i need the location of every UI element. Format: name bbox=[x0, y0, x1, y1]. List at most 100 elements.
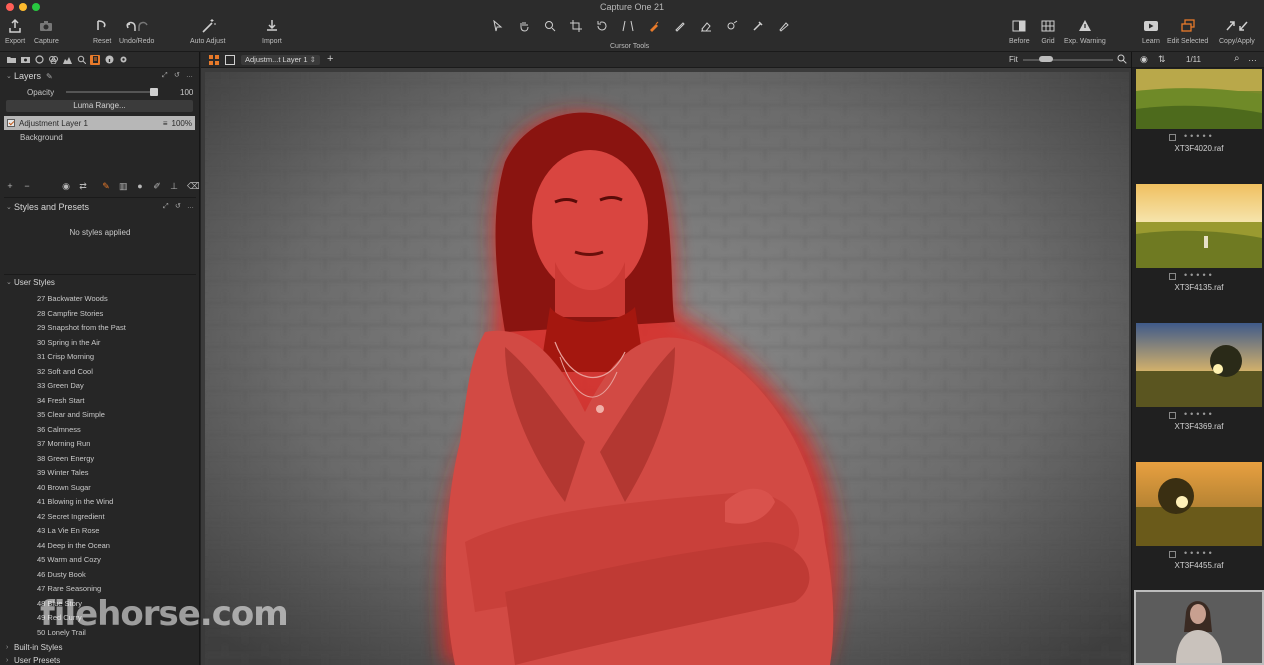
user-styles-header[interactable]: ⌄ User Styles bbox=[0, 275, 200, 289]
color-tab[interactable] bbox=[48, 55, 58, 65]
search-icon[interactable]: ⌕ bbox=[1234, 53, 1240, 64]
lens-tab[interactable] bbox=[34, 55, 44, 65]
thumbnail-xt3f4135[interactable] bbox=[1136, 184, 1262, 268]
sort-icon[interactable]: ⇅ bbox=[1158, 54, 1166, 65]
export-button[interactable]: Export bbox=[5, 18, 25, 45]
radial-gradient-icon[interactable]: ● bbox=[136, 181, 144, 191]
eye-icon[interactable]: ◉ bbox=[1140, 54, 1148, 65]
auto-adjust-button[interactable]: Auto Adjust bbox=[190, 18, 225, 45]
reset-button[interactable]: Reset bbox=[93, 18, 111, 45]
zoom-tool[interactable] bbox=[540, 19, 560, 33]
capture-tab[interactable] bbox=[20, 55, 30, 65]
user-presets-header[interactable]: › User Presets bbox=[0, 654, 200, 665]
eraser-icon[interactable]: ⌫ bbox=[187, 181, 200, 192]
metadata-tab[interactable] bbox=[104, 55, 114, 65]
select-checkbox[interactable] bbox=[1169, 134, 1176, 141]
settings-tab[interactable] bbox=[118, 55, 128, 65]
style-list-item[interactable]: 46 Dusty Book bbox=[0, 568, 200, 583]
grid-button[interactable]: Grid bbox=[1040, 18, 1056, 45]
thumbnail-xt3f4455[interactable] bbox=[1136, 462, 1262, 546]
annotate-tool[interactable] bbox=[774, 19, 794, 33]
exposure-warning-button[interactable]: Exp. Warning bbox=[1064, 18, 1106, 45]
single-view-icon[interactable] bbox=[225, 55, 235, 65]
style-list-item[interactable]: 34 Fresh Start bbox=[0, 394, 200, 409]
brush-tool[interactable] bbox=[644, 19, 664, 33]
select-checkbox[interactable] bbox=[1169, 412, 1176, 419]
expand-icon[interactable]: ⤢ bbox=[163, 203, 170, 210]
layer-item-background[interactable]: Background bbox=[0, 130, 199, 144]
undo-redo-button[interactable]: Undo/Redo bbox=[119, 18, 154, 45]
before-button[interactable]: Before bbox=[1009, 18, 1030, 45]
style-list-item[interactable]: 31 Crisp Morning bbox=[0, 350, 200, 365]
view-mask-icon[interactable]: ◉ bbox=[62, 181, 70, 192]
select-checkbox[interactable] bbox=[1169, 273, 1176, 280]
learn-button[interactable]: Learn bbox=[1142, 18, 1160, 45]
add-layer-icon[interactable]: + bbox=[6, 181, 14, 191]
style-list-item[interactable]: 28 Campfire Stories bbox=[0, 307, 200, 322]
thumbnail-xt3f4020[interactable] bbox=[1136, 69, 1262, 129]
library-tab[interactable] bbox=[6, 55, 16, 65]
exposure-tab[interactable] bbox=[62, 55, 72, 65]
reset-icon[interactable]: ↺ bbox=[174, 72, 181, 79]
more-icon[interactable]: … bbox=[1248, 53, 1257, 63]
add-icon[interactable]: + bbox=[327, 53, 333, 65]
adjustments-tab[interactable] bbox=[90, 54, 100, 65]
heal-tool[interactable] bbox=[722, 19, 742, 33]
rotate-tool[interactable] bbox=[592, 19, 612, 33]
layer-item-adjustment-1[interactable]: Adjustment Layer 1 ≡ 100% bbox=[4, 116, 195, 130]
thumbnail-xt3f4369[interactable] bbox=[1136, 323, 1262, 407]
swap-icon[interactable]: ⇄ bbox=[79, 181, 87, 192]
style-list-item[interactable]: 37 Morning Run bbox=[0, 437, 200, 452]
picker-tool[interactable] bbox=[748, 19, 768, 33]
reset-icon[interactable]: ↺ bbox=[175, 203, 182, 210]
style-list-item[interactable]: 38 Green Energy bbox=[0, 452, 200, 467]
brush-icon[interactable]: ✎ bbox=[102, 181, 110, 192]
linear-gradient-tool[interactable] bbox=[670, 19, 690, 33]
style-list-item[interactable]: 35 Clear and Simple bbox=[0, 408, 200, 423]
rating-stars[interactable]: ••••• bbox=[1184, 270, 1215, 280]
opacity-slider-knob[interactable] bbox=[150, 88, 158, 96]
zoom-slider[interactable] bbox=[1023, 59, 1113, 61]
magnifier-icon[interactable] bbox=[1117, 54, 1127, 64]
style-list-item[interactable]: 33 Green Day bbox=[0, 379, 200, 394]
pan-tool[interactable] bbox=[514, 19, 534, 33]
linear-gradient-icon[interactable]: ▥ bbox=[119, 181, 128, 192]
edit-selected-button[interactable]: Edit Selected bbox=[1167, 18, 1208, 45]
expand-icon[interactable]: ⤢ bbox=[162, 72, 169, 79]
main-photo[interactable] bbox=[205, 72, 1129, 665]
style-list-item[interactable]: 41 Blowing in the Wind bbox=[0, 495, 200, 510]
more-icon[interactable]: … bbox=[186, 72, 193, 79]
opacity-slider[interactable] bbox=[66, 91, 158, 93]
style-list-item[interactable]: 43 La Vie En Rose bbox=[0, 524, 200, 539]
style-list-item[interactable]: 36 Calmness bbox=[0, 423, 200, 438]
style-list-item[interactable]: 32 Soft and Cool bbox=[0, 365, 200, 380]
style-list-item[interactable]: 27 Backwater Woods bbox=[0, 292, 200, 307]
style-list-item[interactable]: 29 Snapshot from the Past bbox=[0, 321, 200, 336]
zoom-slider-knob[interactable] bbox=[1039, 56, 1053, 62]
import-button[interactable]: Import bbox=[262, 18, 282, 45]
keystone-tool[interactable] bbox=[618, 19, 638, 33]
capture-button[interactable]: Capture bbox=[34, 18, 59, 45]
built-in-styles-header[interactable]: › Built-in Styles bbox=[0, 640, 200, 654]
heal-icon[interactable]: ✐ bbox=[153, 181, 161, 192]
style-list-item[interactable]: 42 Secret Ingredient bbox=[0, 510, 200, 525]
style-list-item[interactable]: 45 Warm and Cozy bbox=[0, 553, 200, 568]
remove-layer-icon[interactable]: − bbox=[23, 181, 31, 191]
crop-tool[interactable] bbox=[566, 19, 586, 33]
style-list-item[interactable]: 40 Brown Sugar bbox=[0, 481, 200, 496]
more-icon[interactable]: … bbox=[187, 203, 194, 210]
styles-section-header[interactable]: ⌄ Styles and Presets ⤢ ↺ … bbox=[0, 199, 200, 215]
copy-apply-button[interactable]: Copy/Apply bbox=[1219, 18, 1255, 45]
select-cursor-tool[interactable] bbox=[488, 19, 508, 33]
style-list-item[interactable]: 30 Spring in the Air bbox=[0, 336, 200, 351]
layer-visibility-checkbox[interactable] bbox=[7, 119, 15, 127]
select-checkbox[interactable] bbox=[1169, 551, 1176, 558]
rating-stars[interactable]: ••••• bbox=[1184, 548, 1215, 558]
thumbnail-selected-portrait[interactable] bbox=[1134, 590, 1264, 665]
zoom-fit-label[interactable]: Fit bbox=[1009, 55, 1018, 64]
style-list-item[interactable]: 39 Winter Tales bbox=[0, 466, 200, 481]
layers-section-header[interactable]: ⌄ Layers ✎ ⤢ ↺ … bbox=[0, 68, 199, 84]
rating-stars[interactable]: ••••• bbox=[1184, 131, 1215, 141]
rating-stars[interactable]: ••••• bbox=[1184, 409, 1215, 419]
grid-view-icon[interactable] bbox=[209, 55, 219, 65]
